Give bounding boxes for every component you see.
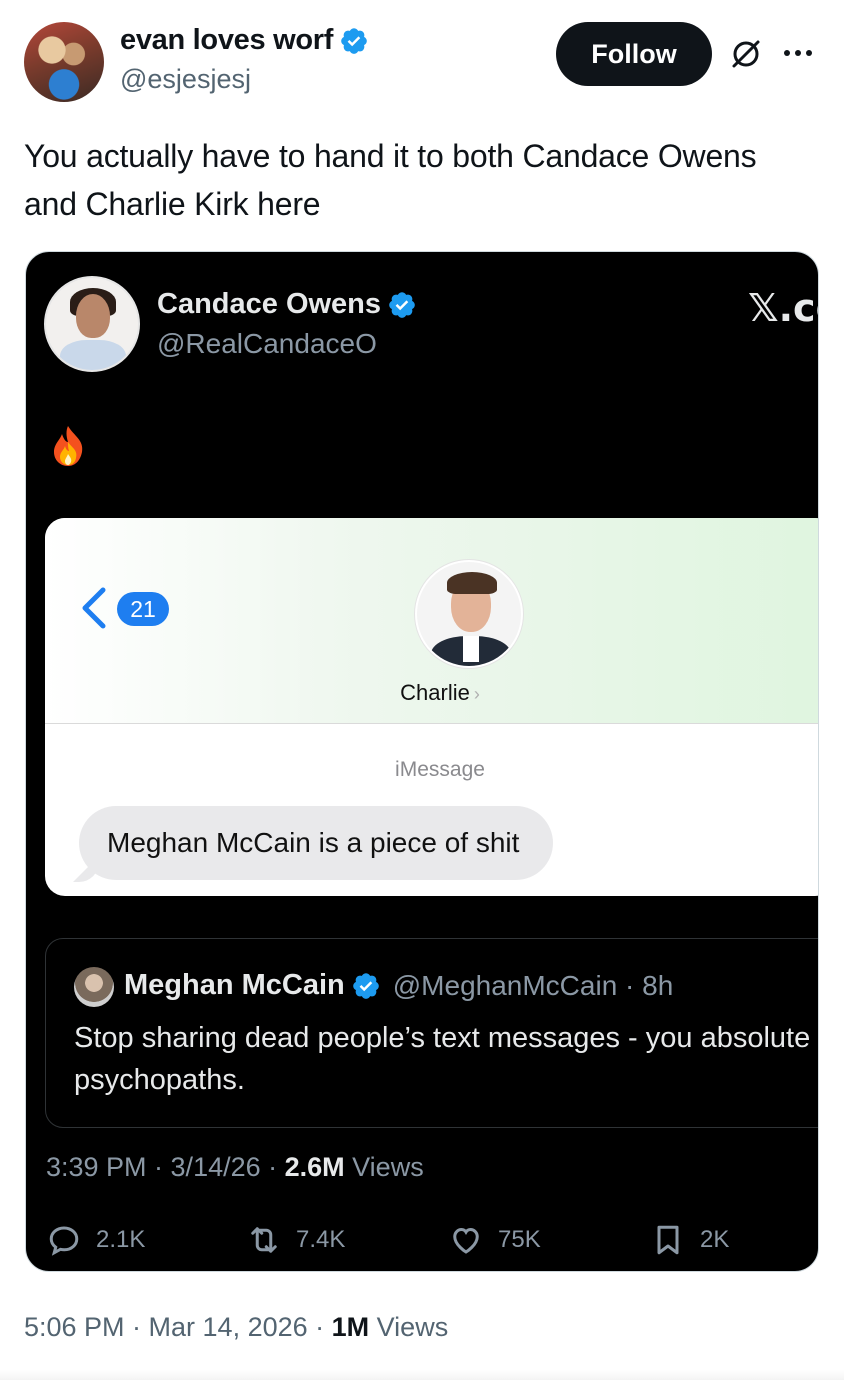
unread-count-badge: 21 xyxy=(117,592,169,626)
embedded-time-text: 3:39 PM · 3/14/26 · xyxy=(46,1152,285,1182)
imessage-header: 21 Charlie › xyxy=(45,518,818,724)
grok-icon[interactable] xyxy=(728,36,764,72)
candace-avatar xyxy=(44,276,140,372)
bookmark-icon xyxy=(657,1225,679,1255)
embedded-timestamp: 3:39 PM · 3/14/26 · 2.6M Views xyxy=(46,1152,424,1183)
embedded-action-bar: 2.1K 7.4K 75K 2K xyxy=(46,1222,806,1262)
quoted-handle-time: @MeghanMcCain · 8h xyxy=(392,969,674,1001)
reply-stat: 2.1K xyxy=(46,1222,145,1258)
repost-stat: 7.4K xyxy=(246,1222,345,1258)
repost-icon xyxy=(251,1227,277,1253)
embedded-name-text: Candace Owens xyxy=(157,288,382,320)
verified-badge-icon xyxy=(389,291,415,318)
author-name-text[interactable]: evan loves worf xyxy=(120,24,333,57)
author-avatar[interactable] xyxy=(24,22,104,102)
embedded-views-count: 2.6M xyxy=(284,1152,345,1182)
more-options-icon[interactable] xyxy=(784,38,820,68)
like-count: 75K xyxy=(498,1226,541,1253)
contact-name-text: Charlie xyxy=(400,680,470,705)
tweet-text: You actually have to hand it to both Can… xyxy=(24,138,757,222)
author-handle[interactable]: @esjesjesj xyxy=(120,64,251,95)
fire-emoji-icon xyxy=(54,426,83,466)
author-display-name[interactable]: evan loves worf xyxy=(120,24,369,57)
embedded-handle: @RealCandaceO xyxy=(157,328,377,359)
embedded-views-label: Views xyxy=(344,1152,424,1182)
bookmark-stat: 2K xyxy=(650,1222,729,1258)
imessage-screenshot: 21 Charlie › iMessage Meghan McCain is a … xyxy=(45,518,818,896)
embedded-display-name: Candace Owens xyxy=(157,288,417,321)
chevron-right-icon: › xyxy=(473,684,480,704)
charlie-avatar xyxy=(415,560,523,668)
reply-icon xyxy=(49,1226,79,1256)
bookmark-count: 2K xyxy=(700,1226,730,1253)
back-chevron-icon xyxy=(82,587,106,629)
quoted-tweet: Meghan McCain @MeghanMcCain · 8h Stop sh… xyxy=(45,938,818,1128)
verified-badge-icon xyxy=(341,27,367,54)
reply-count: 2.1K xyxy=(96,1226,146,1253)
quoted-text: Stop sharing dead people’s text messages… xyxy=(74,1022,811,1096)
heart-icon xyxy=(453,1227,479,1254)
contact-name: Charlie › xyxy=(45,680,818,706)
quoted-name-text: Meghan McCain xyxy=(124,969,345,1001)
embedded-screenshot[interactable]: Candace Owens @RealCandaceO 𝕏.co 21 Char… xyxy=(25,251,819,1272)
follow-button[interactable]: Follow xyxy=(556,22,712,86)
footer-views-label: Views xyxy=(369,1312,449,1342)
imessage-service-label: iMessage xyxy=(395,758,485,781)
footer-views-count: 1M xyxy=(331,1312,370,1342)
like-stat: 75K xyxy=(448,1222,541,1258)
tweet-timestamp[interactable]: 5:06 PM · Mar 14, 2026 · 1M Views xyxy=(24,1312,448,1343)
footer-time-text[interactable]: 5:06 PM · Mar 14, 2026 · xyxy=(24,1312,332,1342)
meghan-avatar xyxy=(74,967,114,1007)
repost-count: 7.4K xyxy=(296,1226,346,1253)
bottom-divider xyxy=(0,1370,844,1380)
message-bubble: Meghan McCain is a piece of shit xyxy=(79,806,554,880)
quoted-author: Meghan McCain @MeghanMcCain · 8h xyxy=(124,969,673,1002)
x-logo: 𝕏.co xyxy=(748,286,818,330)
verified-badge-icon xyxy=(352,972,379,999)
